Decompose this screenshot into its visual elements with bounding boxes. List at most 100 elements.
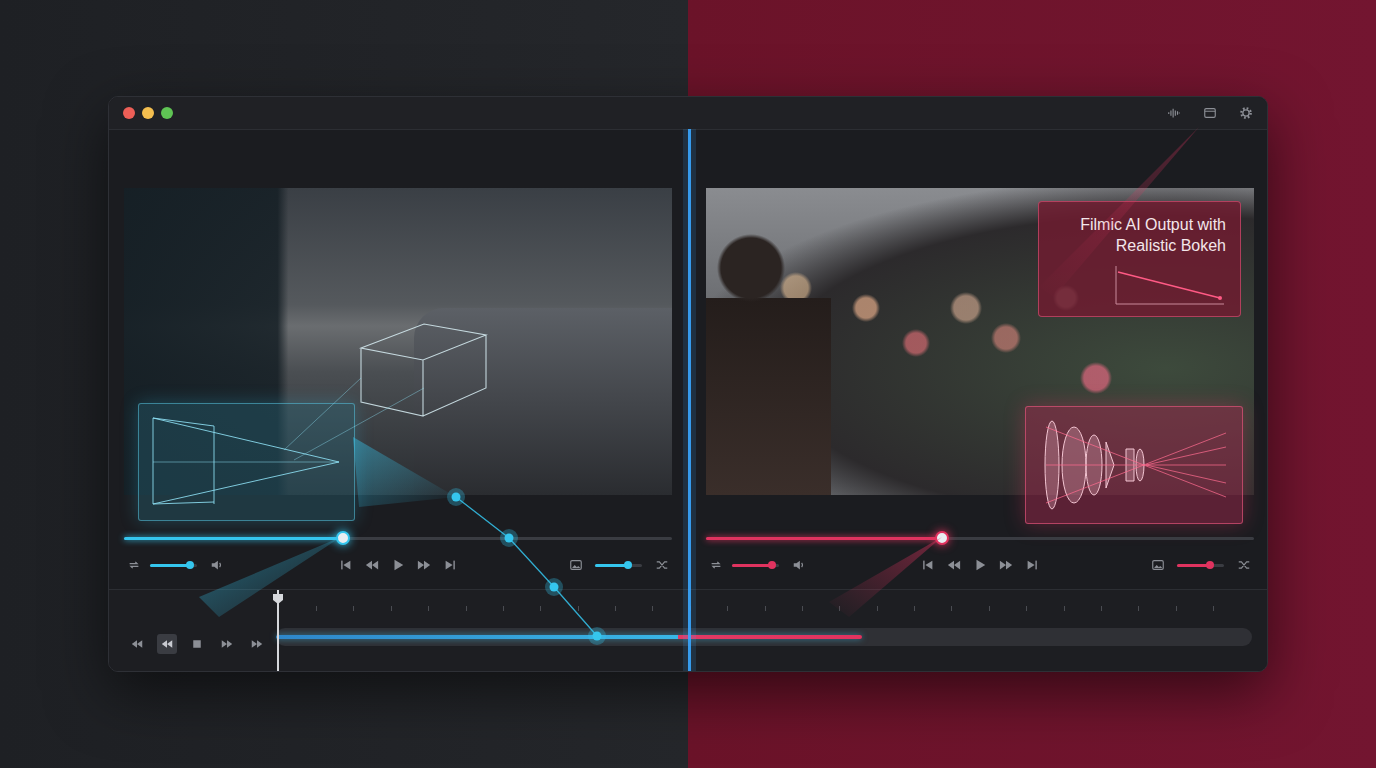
image-icon[interactable] [569,558,583,572]
step-back-icon [161,638,173,650]
speaker-icon[interactable] [210,558,224,572]
scrub-bar[interactable] [124,532,672,544]
volume-slider-fill [732,564,772,567]
ruler-tick [951,606,952,611]
shuffle-icon[interactable] [1237,558,1251,572]
scrub-track[interactable] [124,537,672,540]
editor-window: Filmic AI Output with Realistic Bokeh [108,96,1268,672]
close-button[interactable] [123,107,135,119]
scrub-fill [124,537,343,540]
ruler-tick [652,606,653,611]
image-size-slider-track[interactable] [595,564,642,567]
ruler-tick [690,606,691,611]
ruler-tick [1213,606,1214,611]
skip-forward-icon[interactable] [443,558,457,572]
stop-icon [191,638,203,650]
volume-slider-track[interactable] [732,564,779,567]
repeat-icon[interactable] [709,558,723,572]
rewind-icon[interactable] [365,558,379,572]
volume-slider-knob[interactable] [768,561,776,569]
fast-forward-icon [251,638,263,650]
ruler-tick [765,606,766,611]
ruler-tick [428,606,429,611]
timeline[interactable] [276,590,1252,672]
speaker-icon[interactable] [792,558,806,572]
fast-forward-icon[interactable] [999,558,1013,572]
video-frame[interactable] [124,188,672,495]
volume-slider[interactable] [150,560,197,570]
preview-pane: Filmic AI Output with Realistic Bokeh [706,188,1254,577]
rewind-icon[interactable] [947,558,961,572]
timeline-track[interactable] [276,628,1252,646]
ruler-tick [1176,606,1177,611]
ruler-tick [466,606,467,611]
fast-forward-icon[interactable] [417,558,431,572]
scrub-bar[interactable] [706,532,1254,544]
gear-icon[interactable] [1239,106,1253,120]
volume-slider-knob[interactable] [186,561,194,569]
waveform-icon[interactable] [1167,106,1181,120]
ruler-tick [989,606,990,611]
window-icon[interactable] [1203,106,1217,120]
transport-button[interactable] [247,634,267,654]
pane-controls [706,553,1254,577]
ruler-tick [877,606,878,611]
ruler-tick [1026,606,1027,611]
transport-button[interactable] [187,634,207,654]
playback-controls [921,558,1039,572]
step-forward-icon [221,638,233,650]
volume-slider[interactable] [732,560,779,570]
transport-button[interactable] [127,634,147,654]
playhead[interactable] [277,590,279,672]
transport-button[interactable] [157,634,177,654]
image-size-slider[interactable] [595,560,642,570]
falloff-graph [1114,264,1226,308]
ruler-tick [1064,606,1065,611]
ruler-tick [727,606,728,611]
image-size-group [1039,558,1254,572]
video-frame[interactable]: Filmic AI Output with Realistic Bokeh [706,188,1254,495]
pane-controls [124,553,672,577]
ruler-tick [353,606,354,611]
zoom-button[interactable] [161,107,173,119]
skip-forward-icon[interactable] [1025,558,1039,572]
image-size-slider-knob[interactable] [624,561,632,569]
ruler-tick [1138,606,1139,611]
volume-slider-track[interactable] [150,564,197,567]
scrub-track[interactable] [706,537,1254,540]
person-silhouette [706,228,831,495]
timeline-transport [109,590,276,672]
wireframe-card [138,403,355,521]
ruler-tick [391,606,392,611]
rewind-icon [131,638,143,650]
volume-slider-fill [150,564,190,567]
skip-back-icon[interactable] [921,558,935,572]
ruler-tick [1101,606,1102,611]
image-size-slider-track[interactable] [1177,564,1224,567]
timeline-ruler [276,606,1252,626]
lens-diagram-card [1025,406,1243,524]
scrub-knob[interactable] [336,531,350,545]
image-size-group [457,558,672,572]
playback-controls [339,558,457,572]
transport-button[interactable] [217,634,237,654]
minimize-button[interactable] [142,107,154,119]
ruler-tick [802,606,803,611]
play-icon[interactable] [391,558,405,572]
glow-overlay [109,97,1268,672]
ruler-tick [578,606,579,611]
scrub-knob[interactable] [935,531,949,545]
preview-pane [124,188,672,577]
scrub-fill [706,537,942,540]
ruler-tick [914,606,915,611]
timeline-panel [109,589,1267,672]
shuffle-icon[interactable] [655,558,669,572]
play-icon[interactable] [973,558,987,572]
repeat-icon[interactable] [127,558,141,572]
skip-back-icon[interactable] [339,558,353,572]
ruler-tick [316,606,317,611]
image-icon[interactable] [1151,558,1165,572]
image-size-slider-knob[interactable] [1206,561,1214,569]
image-size-slider[interactable] [1177,560,1224,570]
volume-group [124,558,339,572]
